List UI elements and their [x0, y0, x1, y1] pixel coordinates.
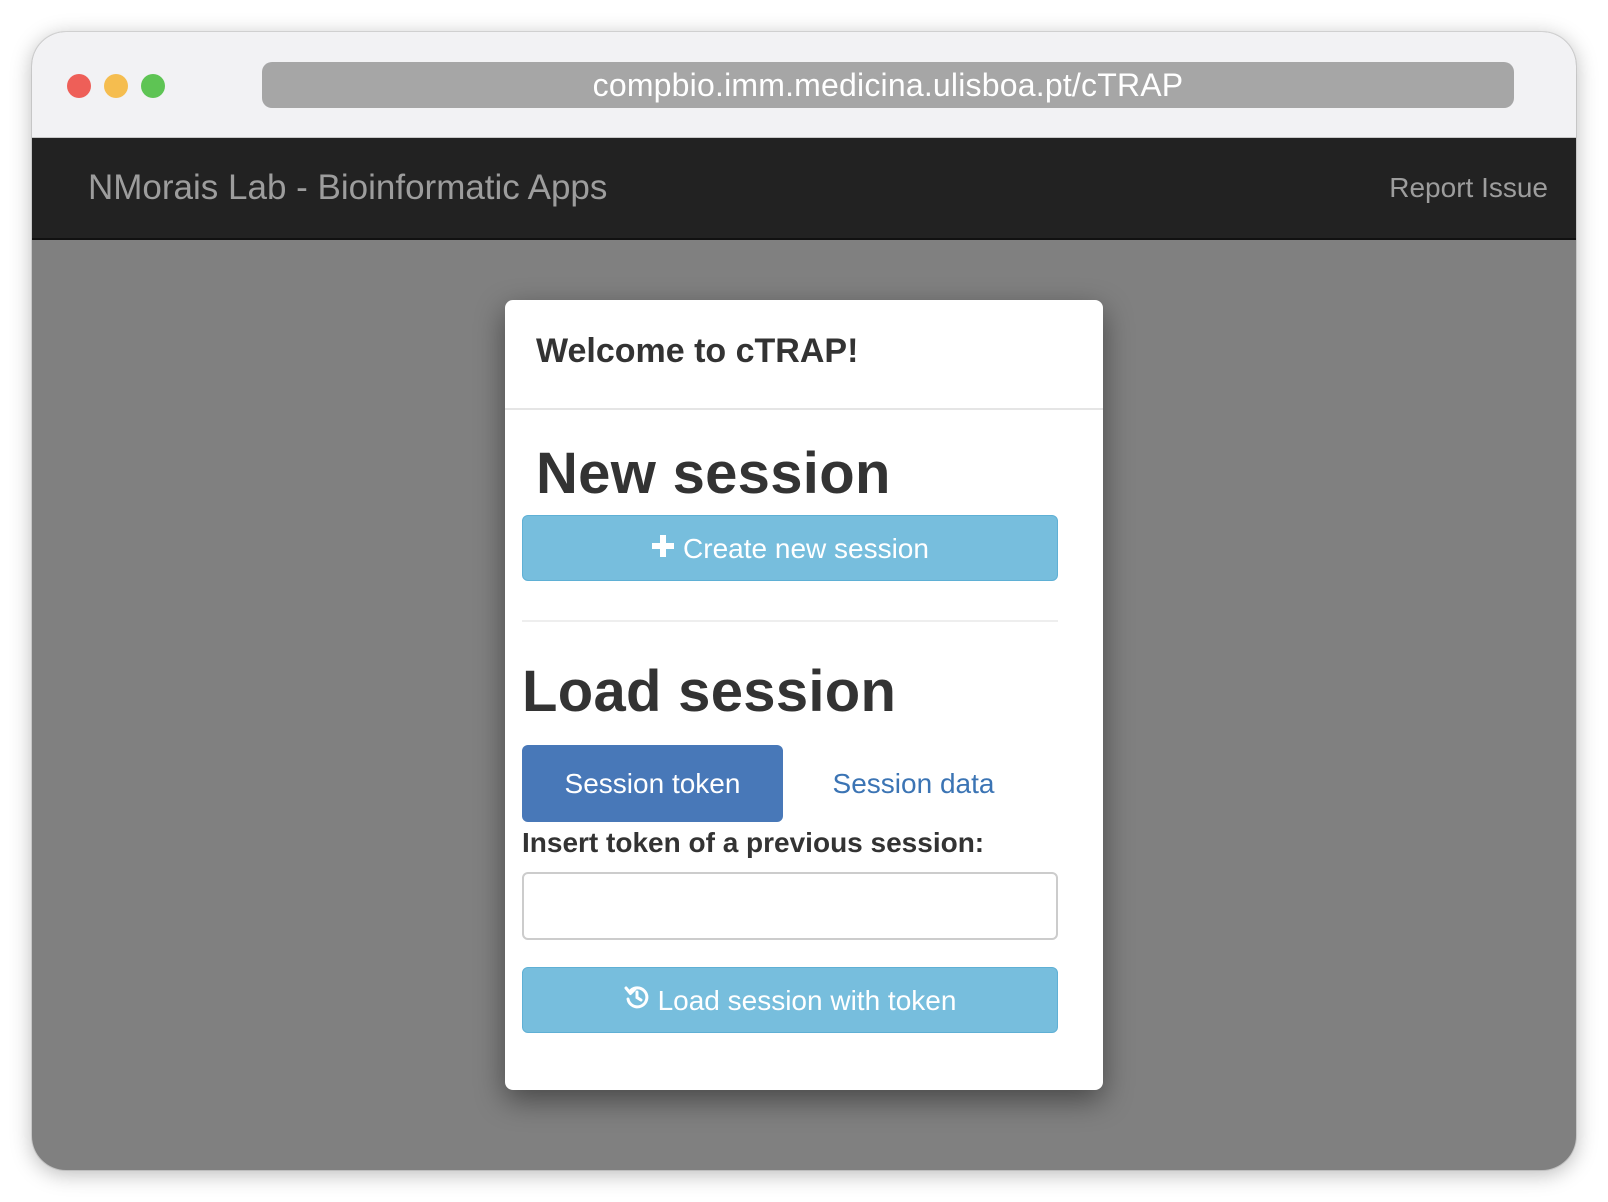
section-divider — [522, 620, 1058, 622]
tab-session-token[interactable]: Session token — [522, 745, 783, 822]
modal-title: Welcome to cTRAP! — [536, 332, 859, 370]
report-issue-link[interactable]: Report Issue — [1389, 138, 1548, 238]
session-token-input[interactable] — [522, 872, 1058, 940]
load-session-heading: Load session — [522, 659, 897, 724]
top-navbar: NMorais Lab - Bioinformatic Apps Report … — [32, 138, 1576, 240]
maximize-window-button[interactable] — [141, 74, 165, 98]
minimize-window-button[interactable] — [104, 74, 128, 98]
create-new-session-button[interactable]: Create new session — [522, 515, 1058, 581]
history-icon — [624, 968, 650, 1034]
create-new-session-label: Create new session — [683, 533, 929, 564]
tab-session-data[interactable]: Session data — [783, 745, 1044, 822]
load-session-with-token-button[interactable]: Load session with token — [522, 967, 1058, 1033]
address-bar[interactable]: compbio.imm.medicina.ulisboa.pt/cTRAP — [262, 62, 1514, 108]
plus-icon — [651, 516, 675, 582]
navbar-brand[interactable]: NMorais Lab - Bioinformatic Apps — [88, 138, 607, 238]
close-window-button[interactable] — [67, 74, 91, 98]
new-session-heading: New session — [536, 441, 891, 506]
load-session-button-label: Load session with token — [657, 985, 957, 1016]
browser-titlebar: compbio.imm.medicina.ulisboa.pt/cTRAP — [32, 32, 1576, 138]
modal-header: Welcome to cTRAP! — [505, 300, 1103, 410]
token-field-label: Insert token of a previous session: — [522, 827, 985, 858]
browser-window: compbio.imm.medicina.ulisboa.pt/cTRAP NM… — [32, 32, 1576, 1170]
